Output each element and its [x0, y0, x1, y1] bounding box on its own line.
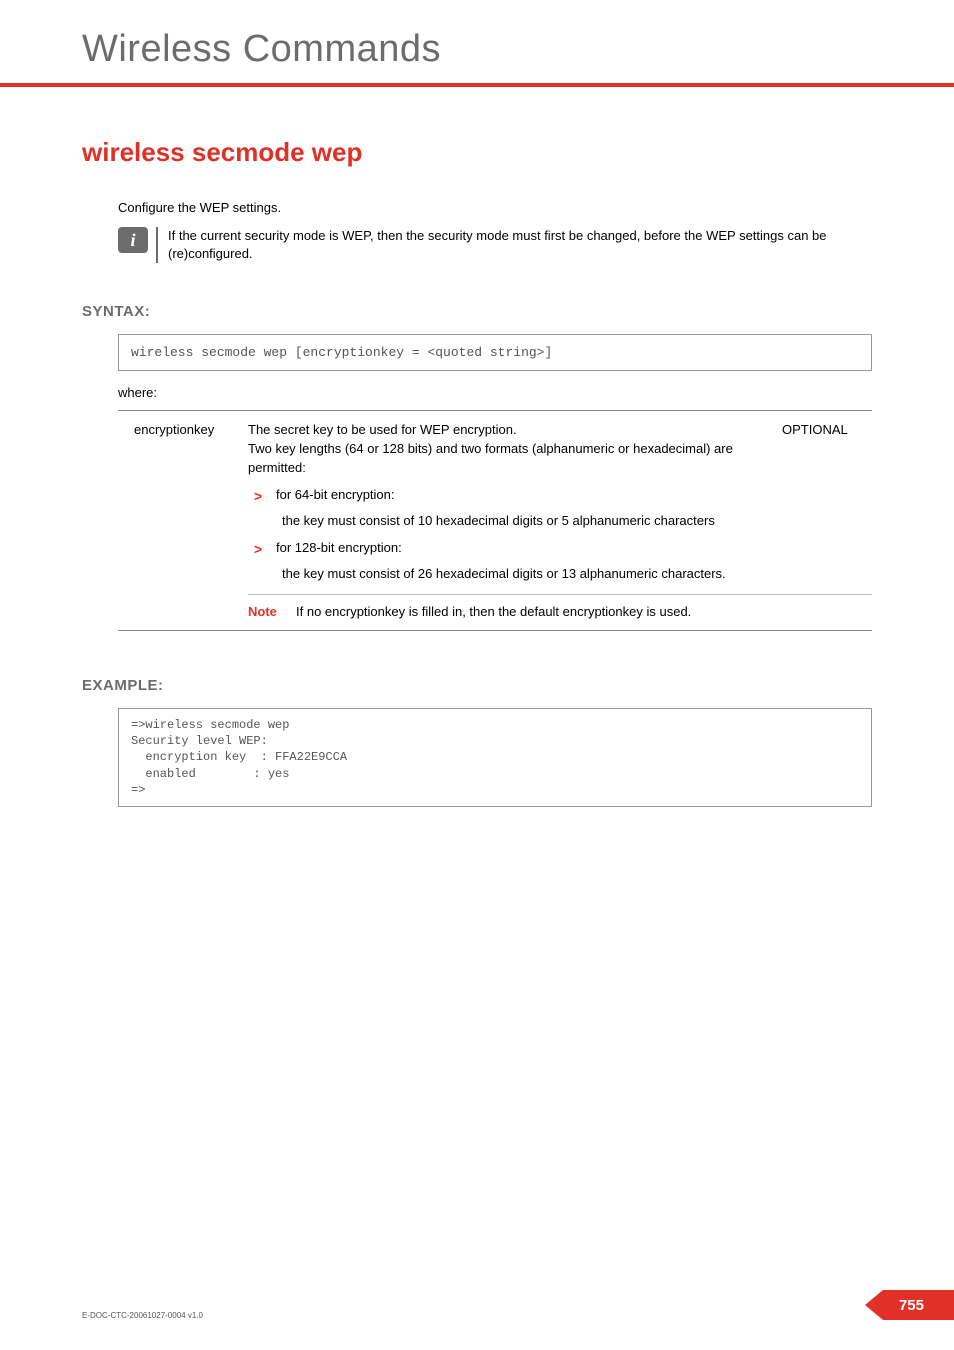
info-note: i If the current security mode is WEP, t…	[118, 227, 872, 263]
param-optional: OPTIONAL	[782, 421, 872, 440]
bullet-detail: the key must consist of 10 hexadecimal d…	[248, 512, 872, 531]
content-area: wireless secmode wep Configure the WEP s…	[0, 87, 954, 807]
page-number-container: 755	[865, 1290, 954, 1320]
example-heading: EXAMPLE:	[82, 677, 872, 694]
note-row: Note If no encryptionkey is filled in, t…	[248, 594, 872, 622]
command-title: wireless secmode wep	[82, 137, 872, 168]
info-icon: i	[118, 227, 148, 253]
arrow-left-icon	[865, 1290, 883, 1320]
bullet-icon: >	[248, 539, 276, 559]
where-label: where:	[118, 385, 872, 400]
note-text: If no encryptionkey is filled in, then t…	[296, 603, 872, 622]
list-item: > for 128-bit encryption:	[248, 539, 872, 559]
param-description: The secret key to be used for WEP encryp…	[248, 421, 782, 478]
info-note-text: If the current security mode is WEP, the…	[156, 227, 872, 263]
page-number: 755	[883, 1290, 954, 1320]
intro-text: Configure the WEP settings.	[118, 200, 872, 215]
bullet-icon: >	[248, 486, 276, 506]
example-box: =>wireless secmode wep Security level WE…	[118, 708, 872, 807]
note-label: Note	[248, 603, 296, 622]
syntax-box: wireless secmode wep [encryptionkey = <q…	[118, 334, 872, 371]
bullet-detail: the key must consist of 26 hexadecimal d…	[248, 565, 872, 584]
parameter-table: encryptionkey The secret key to be used …	[118, 410, 872, 631]
page-title: Wireless Commands	[0, 0, 954, 83]
syntax-heading: SYNTAX:	[82, 303, 872, 320]
doc-id: E-DOC-CTC-20061027-0004 v1.0	[82, 1311, 203, 1320]
list-item: > for 64-bit encryption:	[248, 486, 872, 506]
table-row: encryptionkey The secret key to be used …	[118, 421, 872, 478]
bullet-title: for 64-bit encryption:	[276, 486, 872, 506]
bullet-title: for 128-bit encryption:	[276, 539, 872, 559]
param-name: encryptionkey	[118, 421, 248, 440]
footer: E-DOC-CTC-20061027-0004 v1.0 755	[0, 1290, 954, 1320]
